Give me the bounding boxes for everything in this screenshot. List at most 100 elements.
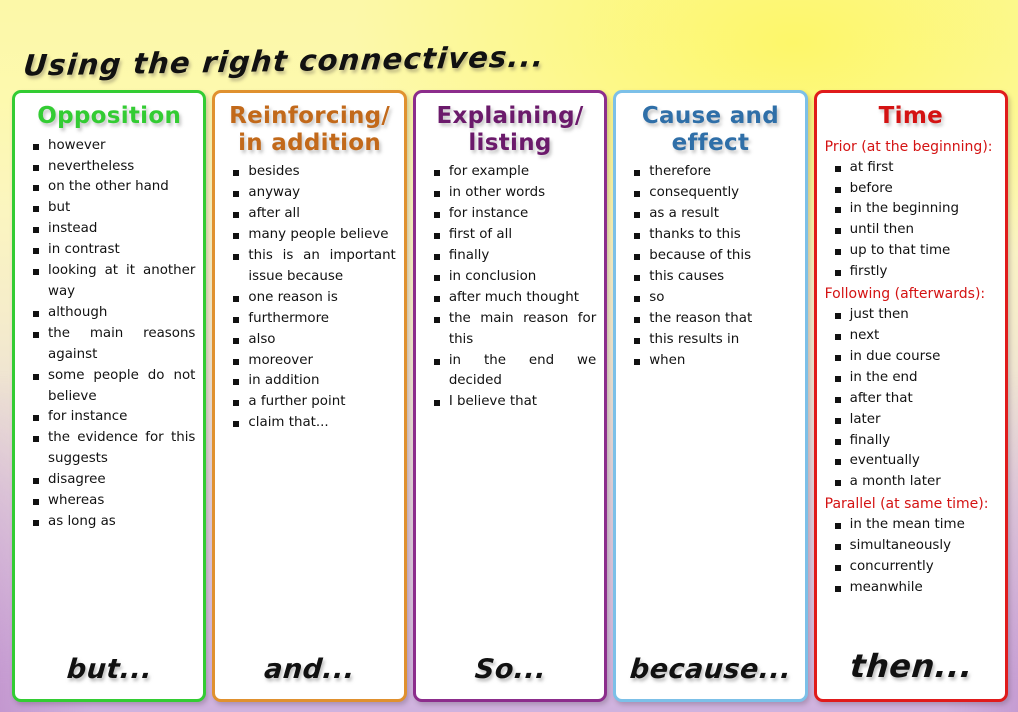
- list-item: this causes: [632, 267, 796, 288]
- list-item: until then: [833, 220, 997, 241]
- group-subheading: Prior (at the beginning):: [824, 138, 993, 155]
- list-item: claim that...: [231, 413, 395, 434]
- card-heading: Explaining/listing: [422, 101, 598, 162]
- list-item: firstly: [833, 262, 997, 283]
- list-item: a further point: [231, 392, 395, 413]
- list-item: just then: [833, 305, 997, 326]
- group-subheading: Parallel (at same time):: [824, 496, 989, 513]
- card-heading-line: Reinforcing/: [229, 103, 391, 129]
- list-item: furthermore: [231, 309, 395, 330]
- list-item: next: [833, 326, 997, 347]
- list-item: in other words: [432, 183, 596, 204]
- connective-list: therefore consequently as a result thanks t…: [622, 162, 798, 371]
- list-item: I believe that: [432, 392, 596, 413]
- list-item: in contrast: [31, 240, 195, 261]
- connective-list: at first before in the beginning until then…: [823, 158, 999, 283]
- list-item: finally: [833, 431, 997, 452]
- list-item: as a result: [632, 204, 796, 225]
- list-item: the reason that: [632, 309, 796, 330]
- list-item: for instance: [31, 407, 195, 428]
- list-item: disagree: [31, 470, 195, 491]
- list-item: instead: [31, 219, 195, 240]
- list-item: when: [632, 351, 796, 372]
- list-item: because of this: [632, 246, 796, 267]
- category-card-cause-and-effect: Cause and effect therefore consequently as a…: [613, 90, 808, 702]
- list-item: many people believe: [231, 225, 395, 246]
- list-item: some people do not believe: [31, 366, 195, 408]
- list-item: the main reasons against: [31, 324, 195, 366]
- footer-keyword: then...: [848, 647, 975, 685]
- list-item: for instance: [432, 204, 596, 225]
- connective-list: besides anyway after all many people believ…: [221, 162, 397, 434]
- connective-list: however nevertheless on the other hand but i…: [21, 136, 197, 533]
- list-item: moreover: [231, 351, 395, 372]
- category-card-time: Time Prior (at the beginning): at first bef…: [813, 90, 1009, 702]
- footer-keyword: because...: [628, 654, 793, 685]
- category-card-reinforcing-in-addition: Reinforcing/in addition besides anyway afte…: [212, 90, 407, 702]
- card-heading: Time: [878, 103, 943, 129]
- list-item: as long as: [31, 512, 195, 533]
- card-heading: Cause and effect: [622, 101, 798, 162]
- footer-keyword: So...: [473, 654, 548, 685]
- card-heading-line: in addition: [238, 129, 382, 156]
- card-heading-line: effect: [671, 129, 750, 156]
- list-item: besides: [231, 162, 395, 183]
- list-item: but: [31, 198, 195, 219]
- card-body: Prior (at the beginning): at first before i…: [823, 136, 999, 643]
- list-item: however: [31, 136, 195, 157]
- list-item: although: [31, 303, 195, 324]
- list-item: this is an important issue because: [231, 246, 396, 288]
- footer-keyword: and...: [263, 654, 357, 685]
- connectives-board: Opposition however nevertheless on the othe…: [12, 90, 1009, 702]
- list-item: at first: [833, 158, 997, 179]
- list-item: simultaneously: [833, 536, 997, 557]
- list-item: a month later: [833, 472, 997, 493]
- connective-list: for example in other words for instance fir…: [422, 162, 598, 413]
- list-item: for example: [432, 162, 596, 183]
- list-item: meanwhile: [833, 578, 997, 599]
- list-item: concurrently: [833, 557, 997, 578]
- list-item: after much thought: [432, 288, 596, 309]
- list-item: up to that time: [833, 241, 997, 262]
- category-card-explaining-listing: Explaining/listing for example in other wo…: [412, 90, 608, 702]
- card-heading-line: Cause and: [641, 103, 779, 129]
- list-item: therefore: [632, 162, 796, 183]
- card-heading-line: listing: [468, 129, 552, 156]
- list-item: the main reason for this: [432, 309, 596, 351]
- list-item: later: [833, 410, 997, 431]
- card-body: however nevertheless on the other hand but i…: [21, 136, 197, 650]
- list-item: in the end: [833, 368, 997, 389]
- card-heading-line: Explaining/: [436, 103, 584, 129]
- category-card-opposition: Opposition however nevertheless on the othe…: [12, 90, 207, 702]
- card-body: for example in other words for instance fir…: [422, 162, 598, 650]
- list-item: so: [632, 288, 796, 309]
- group-subheading: Following (afterwards):: [824, 286, 986, 303]
- list-item: anyway: [231, 183, 395, 204]
- list-item: one reason is: [231, 288, 395, 309]
- list-item: this results in: [632, 330, 796, 351]
- list-item: finally: [432, 246, 596, 267]
- list-item: in due course: [833, 347, 997, 368]
- list-item: first of all: [432, 225, 596, 246]
- list-item: consequently: [632, 183, 796, 204]
- card-body: therefore consequently as a result thanks t…: [622, 162, 798, 650]
- list-item: looking at it another way: [31, 261, 195, 303]
- connective-list: in the mean time simultaneously concurrent…: [823, 515, 999, 599]
- connective-list: just then next in due course in the end afte…: [823, 305, 999, 493]
- footer-keyword: but...: [65, 654, 154, 685]
- card-heading: Reinforcing/in addition: [221, 101, 397, 162]
- list-item: nevertheless: [31, 157, 195, 178]
- list-item: the evidence for this suggests: [31, 428, 195, 470]
- list-item: thanks to this: [632, 225, 796, 246]
- list-item: before: [833, 179, 997, 200]
- list-item: in the mean time: [833, 515, 997, 536]
- list-item: in conclusion: [432, 267, 596, 288]
- page-title: Using the right connectives...: [22, 39, 547, 83]
- list-item: in the beginning: [833, 199, 997, 220]
- list-item: whereas: [31, 491, 195, 512]
- list-item: in addition: [231, 371, 395, 392]
- list-item: eventually: [833, 451, 997, 472]
- list-item: in the end we decided: [432, 351, 596, 393]
- list-item: on the other hand: [31, 177, 195, 198]
- card-body: besides anyway after all many people believ…: [221, 162, 397, 650]
